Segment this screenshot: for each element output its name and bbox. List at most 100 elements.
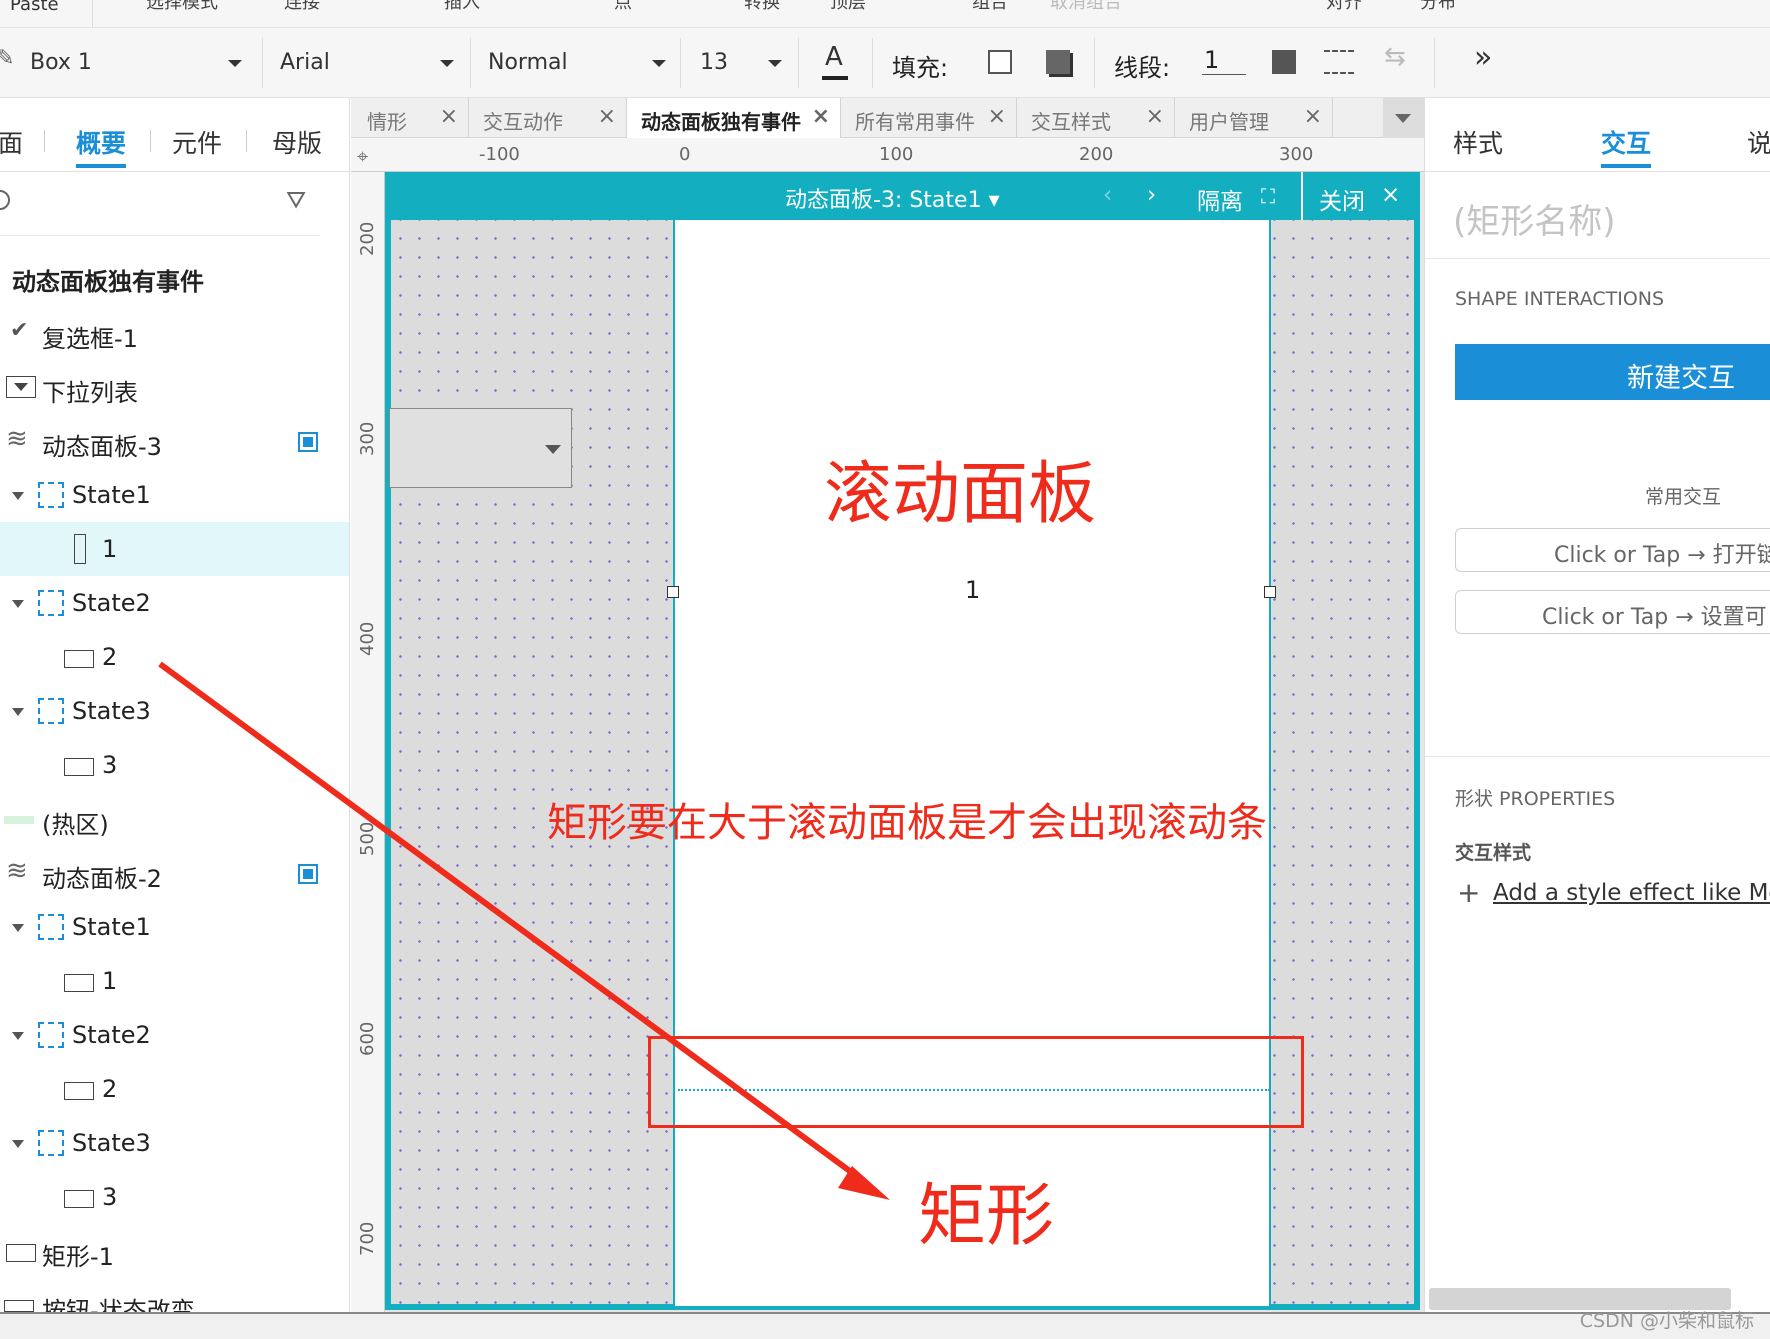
more-tools-icon[interactable]: » (1474, 40, 1492, 75)
tree-item-dynamic-panel-2[interactable]: ≋ 动态面板-2 (0, 846, 349, 900)
state-selector-label: 动态面板-3: State1 (785, 188, 982, 213)
fill-color-swatch[interactable] (988, 50, 1012, 74)
common-interaction-item[interactable]: Click or Tap → 设置可 (1455, 590, 1770, 634)
tab-interactions[interactable]: 交互 (1601, 124, 1652, 168)
menubar-item-align[interactable]: 对齐 (1326, 0, 1362, 14)
tree-item-shape-2[interactable]: 2 (0, 630, 349, 684)
tab-document[interactable]: 用户管理 × (1175, 98, 1333, 138)
close-icon[interactable]: × (598, 104, 616, 129)
tab-document[interactable]: 交互样式 × (1017, 98, 1175, 138)
close-panel-button[interactable]: 关闭 (1319, 182, 1365, 216)
font-size-select[interactable]: 13 (700, 42, 782, 82)
status-bar (0, 1312, 1770, 1339)
tree-item-label: State1 (72, 481, 151, 509)
close-icon[interactable]: × (1381, 182, 1400, 208)
dropdown-list-widget[interactable] (389, 408, 572, 488)
tree-item-label: 复选框-1 (42, 325, 138, 353)
new-interaction-button[interactable]: 新建交互 (1455, 344, 1770, 400)
tree-item-shape-1[interactable]: 1 (0, 954, 349, 1008)
close-icon[interactable]: × (1304, 104, 1322, 129)
tree-item-label: State1 (72, 913, 151, 941)
tree-item-state3[interactable]: State3 (0, 684, 349, 738)
menubar-item-distribute[interactable]: 分布 (1420, 0, 1456, 14)
style-select[interactable]: Box 1 (30, 42, 242, 82)
menubar-item-insert[interactable]: 插入 (444, 0, 480, 14)
line-color-swatch[interactable] (1272, 50, 1296, 74)
section-divider (1425, 756, 1770, 757)
isolate-button[interactable]: 隔离 (1197, 182, 1243, 216)
expand-arrow-icon[interactable] (12, 1032, 24, 1040)
tree-item-state1[interactable]: State1 (0, 900, 349, 954)
close-icon[interactable]: × (440, 104, 458, 129)
expand-arrow-icon[interactable] (12, 924, 24, 932)
tree-item-shape-3[interactable]: 3 (0, 1170, 349, 1224)
plus-icon[interactable]: + (1457, 876, 1480, 909)
expand-arrow-icon[interactable] (12, 708, 24, 716)
visibility-toggle-icon[interactable] (298, 432, 318, 452)
tab-notes[interactable]: 说 (1747, 124, 1770, 160)
tab-document[interactable]: 所有常用事件 × (841, 98, 1017, 138)
chevron-down-icon (652, 60, 666, 67)
tab-pages[interactable]: 面 (0, 124, 23, 160)
line-style-icon[interactable] (1324, 50, 1354, 74)
menubar-item-group[interactable]: 组合 (972, 0, 1008, 14)
shadow-swatch[interactable] (1046, 50, 1070, 74)
menubar-item-top[interactable]: 顶层 (830, 0, 866, 14)
close-icon[interactable]: × (812, 104, 830, 129)
tab-document[interactable]: 交互动作 × (469, 98, 627, 138)
tree-item-shape-3[interactable]: 3 (0, 738, 349, 792)
menubar-item-convert[interactable]: 转换 (744, 0, 780, 14)
shape-name-input[interactable]: (矩形名称) (1453, 194, 1616, 243)
tree-item-rectangle-1[interactable]: 矩形-1 (0, 1224, 349, 1278)
tree-item-shape-1[interactable]: 1 (0, 522, 349, 576)
menubar-item-connect[interactable]: 连接 (284, 0, 320, 14)
paste-button[interactable]: Paste (10, 0, 59, 15)
common-interaction-item[interactable]: Click or Tap → 打开链 (1455, 528, 1770, 572)
visibility-toggle-icon[interactable] (298, 864, 318, 884)
tab-overflow-button[interactable] (1383, 98, 1424, 138)
tree-item-state2[interactable]: State2 (0, 576, 349, 630)
state-selector[interactable]: 动态面板-3: State1 ▾ (785, 182, 1000, 214)
text-color-icon[interactable]: A (822, 42, 848, 82)
expand-arrow-icon[interactable] (12, 600, 24, 608)
expand-arrow-icon[interactable] (12, 492, 24, 500)
tab-widgets[interactable]: 元件 (172, 124, 222, 160)
add-style-link[interactable]: Add a style effect like Mou (1493, 880, 1770, 906)
tab-masters[interactable]: 母版 (272, 124, 322, 160)
filter-icon[interactable]: ⛛ (286, 186, 306, 214)
panel-content-area[interactable] (673, 220, 1271, 1306)
tree-item-state1[interactable]: State1 (0, 468, 349, 522)
tree-item-label: 动态面板-3 (42, 433, 162, 461)
rectangle-icon (64, 650, 94, 668)
arrow-style-icon[interactable]: ⇆ (1384, 42, 1406, 72)
menubar-item-select-mode[interactable]: 选择模式 (146, 0, 218, 14)
crosshair-icon[interactable]: ⌖ (357, 144, 368, 168)
font-select[interactable]: Arial (280, 42, 454, 82)
tree-item-hotspot[interactable]: (热区) (0, 792, 349, 846)
outline-search[interactable]: ⛛ (0, 174, 320, 236)
tree-item-state2[interactable]: State2 (0, 1008, 349, 1062)
tab-outline[interactable]: 概要 (76, 124, 127, 168)
chevron-right-icon[interactable]: › (1147, 182, 1156, 208)
resize-handle[interactable] (1264, 586, 1276, 598)
tree-item-state3[interactable]: State3 (0, 1116, 349, 1170)
resize-handle[interactable] (667, 586, 679, 598)
chevron-left-icon[interactable]: ‹ (1103, 182, 1112, 208)
tree-item-checkbox[interactable]: ✔ 复选框-1 (0, 306, 349, 360)
tree-item-shape-2[interactable]: 2 (0, 1062, 349, 1116)
tree-item-dropdown[interactable]: 下拉列表 (0, 360, 349, 414)
tree-item-dynamic-panel-3[interactable]: ≋ 动态面板-3 (0, 414, 349, 468)
close-icon[interactable]: × (1146, 104, 1164, 129)
isolate-icon[interactable]: ⛶ (1261, 184, 1275, 208)
menubar-item-point[interactable]: 点 (614, 0, 632, 14)
menubar-item-ungroup[interactable]: 取消组合 (1050, 0, 1122, 14)
expand-arrow-icon[interactable] (12, 1140, 24, 1148)
close-icon[interactable]: × (988, 104, 1006, 129)
line-width-input[interactable]: 1 (1202, 46, 1246, 75)
search-icon[interactable] (0, 190, 10, 210)
tree-item-button[interactable]: 按钮-状态改变 (0, 1278, 349, 1312)
tab-document[interactable]: 情形 × (351, 98, 469, 138)
font-weight-select[interactable]: Normal (488, 42, 666, 82)
tab-style[interactable]: 样式 (1453, 124, 1503, 160)
tab-document-active[interactable]: 动态面板独有事件 × (627, 98, 841, 138)
